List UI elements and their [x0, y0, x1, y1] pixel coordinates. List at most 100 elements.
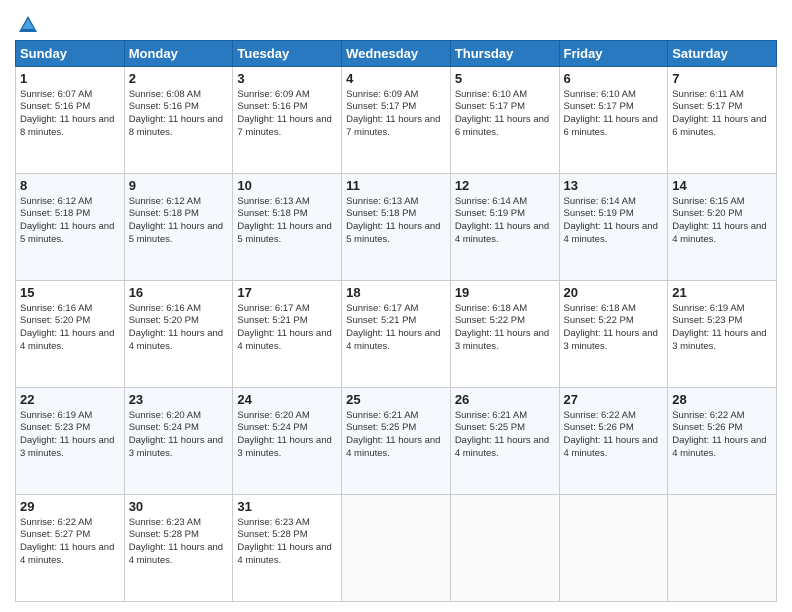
day-header-saturday: Saturday [668, 41, 777, 67]
sunset-label: Sunset: 5:26 PM [672, 422, 742, 433]
daylight-label: Daylight: 11 hours and 4 minutes. [672, 435, 766, 459]
sunrise-label: Sunrise: 6:12 AM [20, 196, 92, 207]
header [15, 10, 777, 36]
daylight-label: Daylight: 11 hours and 3 minutes. [20, 435, 114, 459]
sunrise-label: Sunrise: 6:18 AM [564, 303, 636, 314]
sunset-label: Sunset: 5:24 PM [237, 422, 307, 433]
sunrise-label: Sunrise: 6:10 AM [455, 89, 527, 100]
calendar-cell: 11Sunrise: 6:13 AMSunset: 5:18 PMDayligh… [342, 174, 451, 281]
sunset-label: Sunset: 5:21 PM [237, 315, 307, 326]
calendar-cell: 4Sunrise: 6:09 AMSunset: 5:17 PMDaylight… [342, 67, 451, 174]
daylight-label: Daylight: 11 hours and 4 minutes. [346, 435, 440, 459]
daylight-label: Daylight: 11 hours and 4 minutes. [455, 221, 549, 245]
sunrise-label: Sunrise: 6:15 AM [672, 196, 744, 207]
daylight-label: Daylight: 11 hours and 5 minutes. [237, 221, 331, 245]
sunrise-label: Sunrise: 6:22 AM [564, 410, 636, 421]
day-number: 12 [455, 177, 555, 195]
sunrise-label: Sunrise: 6:16 AM [20, 303, 92, 314]
sunset-label: Sunset: 5:25 PM [455, 422, 525, 433]
daylight-label: Daylight: 11 hours and 3 minutes. [672, 328, 766, 352]
daylight-label: Daylight: 11 hours and 4 minutes. [455, 435, 549, 459]
calendar-cell: 29Sunrise: 6:22 AMSunset: 5:27 PMDayligh… [16, 495, 125, 602]
sunrise-label: Sunrise: 6:13 AM [237, 196, 309, 207]
calendar-week-3: 15Sunrise: 6:16 AMSunset: 5:20 PMDayligh… [16, 281, 777, 388]
calendar-cell: 2Sunrise: 6:08 AMSunset: 5:16 PMDaylight… [124, 67, 233, 174]
sunset-label: Sunset: 5:18 PM [20, 208, 90, 219]
day-number: 13 [564, 177, 664, 195]
day-number: 20 [564, 284, 664, 302]
calendar-cell: 12Sunrise: 6:14 AMSunset: 5:19 PMDayligh… [450, 174, 559, 281]
calendar-cell: 15Sunrise: 6:16 AMSunset: 5:20 PMDayligh… [16, 281, 125, 388]
calendar-cell: 30Sunrise: 6:23 AMSunset: 5:28 PMDayligh… [124, 495, 233, 602]
day-number: 18 [346, 284, 446, 302]
day-number: 6 [564, 70, 664, 88]
day-number: 29 [20, 498, 120, 516]
daylight-label: Daylight: 11 hours and 4 minutes. [564, 221, 658, 245]
day-number: 27 [564, 391, 664, 409]
calendar-cell: 6Sunrise: 6:10 AMSunset: 5:17 PMDaylight… [559, 67, 668, 174]
sunset-label: Sunset: 5:17 PM [346, 101, 416, 112]
sunrise-label: Sunrise: 6:13 AM [346, 196, 418, 207]
sunset-label: Sunset: 5:22 PM [564, 315, 634, 326]
calendar-cell: 17Sunrise: 6:17 AMSunset: 5:21 PMDayligh… [233, 281, 342, 388]
day-number: 19 [455, 284, 555, 302]
sunrise-label: Sunrise: 6:09 AM [237, 89, 309, 100]
day-number: 31 [237, 498, 337, 516]
calendar-cell: 16Sunrise: 6:16 AMSunset: 5:20 PMDayligh… [124, 281, 233, 388]
day-number: 16 [129, 284, 229, 302]
day-number: 14 [672, 177, 772, 195]
day-header-tuesday: Tuesday [233, 41, 342, 67]
calendar-week-4: 22Sunrise: 6:19 AMSunset: 5:23 PMDayligh… [16, 388, 777, 495]
sunset-label: Sunset: 5:16 PM [20, 101, 90, 112]
daylight-label: Daylight: 11 hours and 5 minutes. [129, 221, 223, 245]
sunrise-label: Sunrise: 6:20 AM [129, 410, 201, 421]
day-number: 28 [672, 391, 772, 409]
calendar-cell [559, 495, 668, 602]
sunset-label: Sunset: 5:21 PM [346, 315, 416, 326]
day-number: 17 [237, 284, 337, 302]
sunrise-label: Sunrise: 6:21 AM [455, 410, 527, 421]
sunset-label: Sunset: 5:18 PM [237, 208, 307, 219]
sunset-label: Sunset: 5:27 PM [20, 529, 90, 540]
sunrise-label: Sunrise: 6:23 AM [129, 517, 201, 528]
daylight-label: Daylight: 11 hours and 8 minutes. [20, 114, 114, 138]
day-number: 26 [455, 391, 555, 409]
day-number: 9 [129, 177, 229, 195]
calendar-cell: 13Sunrise: 6:14 AMSunset: 5:19 PM Dayligh… [559, 174, 668, 281]
calendar-cell: 21Sunrise: 6:19 AMSunset: 5:23 PMDayligh… [668, 281, 777, 388]
sunrise-label: Sunrise: 6:21 AM [346, 410, 418, 421]
daylight-label: Daylight: 11 hours and 5 minutes. [20, 221, 114, 245]
sunrise-label: Sunrise: 6:10 AM [564, 89, 636, 100]
sunset-label: Sunset: 5:24 PM [129, 422, 199, 433]
daylight-label: Daylight: 11 hours and 4 minutes. [20, 542, 114, 566]
sunrise-label: Sunrise: 6:19 AM [672, 303, 744, 314]
day-header-monday: Monday [124, 41, 233, 67]
daylight-label: Daylight: 11 hours and 3 minutes. [455, 328, 549, 352]
sunset-label: Sunset: 5:26 PM [564, 422, 634, 433]
sunrise-label: Sunrise: 6:20 AM [237, 410, 309, 421]
calendar-cell: 3Sunrise: 6:09 AMSunset: 5:16 PMDaylight… [233, 67, 342, 174]
day-number: 30 [129, 498, 229, 516]
calendar-cell: 28Sunrise: 6:22 AMSunset: 5:26 PMDayligh… [668, 388, 777, 495]
sunrise-label: Sunrise: 6:14 AM [564, 196, 636, 207]
calendar-cell: 1Sunrise: 6:07 AMSunset: 5:16 PMDaylight… [16, 67, 125, 174]
sunrise-label: Sunrise: 6:09 AM [346, 89, 418, 100]
day-number: 15 [20, 284, 120, 302]
page: SundayMondayTuesdayWednesdayThursdayFrid… [0, 0, 792, 612]
day-number: 3 [237, 70, 337, 88]
day-number: 5 [455, 70, 555, 88]
sunset-label: Sunset: 5:28 PM [129, 529, 199, 540]
calendar-cell [450, 495, 559, 602]
sunrise-label: Sunrise: 6:17 AM [237, 303, 309, 314]
sunset-label: Sunset: 5:25 PM [346, 422, 416, 433]
daylight-label: Daylight: 11 hours and 6 minutes. [672, 114, 766, 138]
calendar-week-5: 29Sunrise: 6:22 AMSunset: 5:27 PMDayligh… [16, 495, 777, 602]
calendar-cell: 20Sunrise: 6:18 AMSunset: 5:22 PMDayligh… [559, 281, 668, 388]
calendar-cell: 7Sunrise: 6:11 AMSunset: 5:17 PMDaylight… [668, 67, 777, 174]
daylight-label: Daylight: 11 hours and 4 minutes. [346, 328, 440, 352]
sunrise-label: Sunrise: 6:08 AM [129, 89, 201, 100]
daylight-label: Daylight: 11 hours and 5 minutes. [346, 221, 440, 245]
daylight-label: Daylight: 11 hours and 7 minutes. [346, 114, 440, 138]
sunset-label: Sunset: 5:19 PM [564, 208, 634, 219]
sunrise-label: Sunrise: 6:23 AM [237, 517, 309, 528]
